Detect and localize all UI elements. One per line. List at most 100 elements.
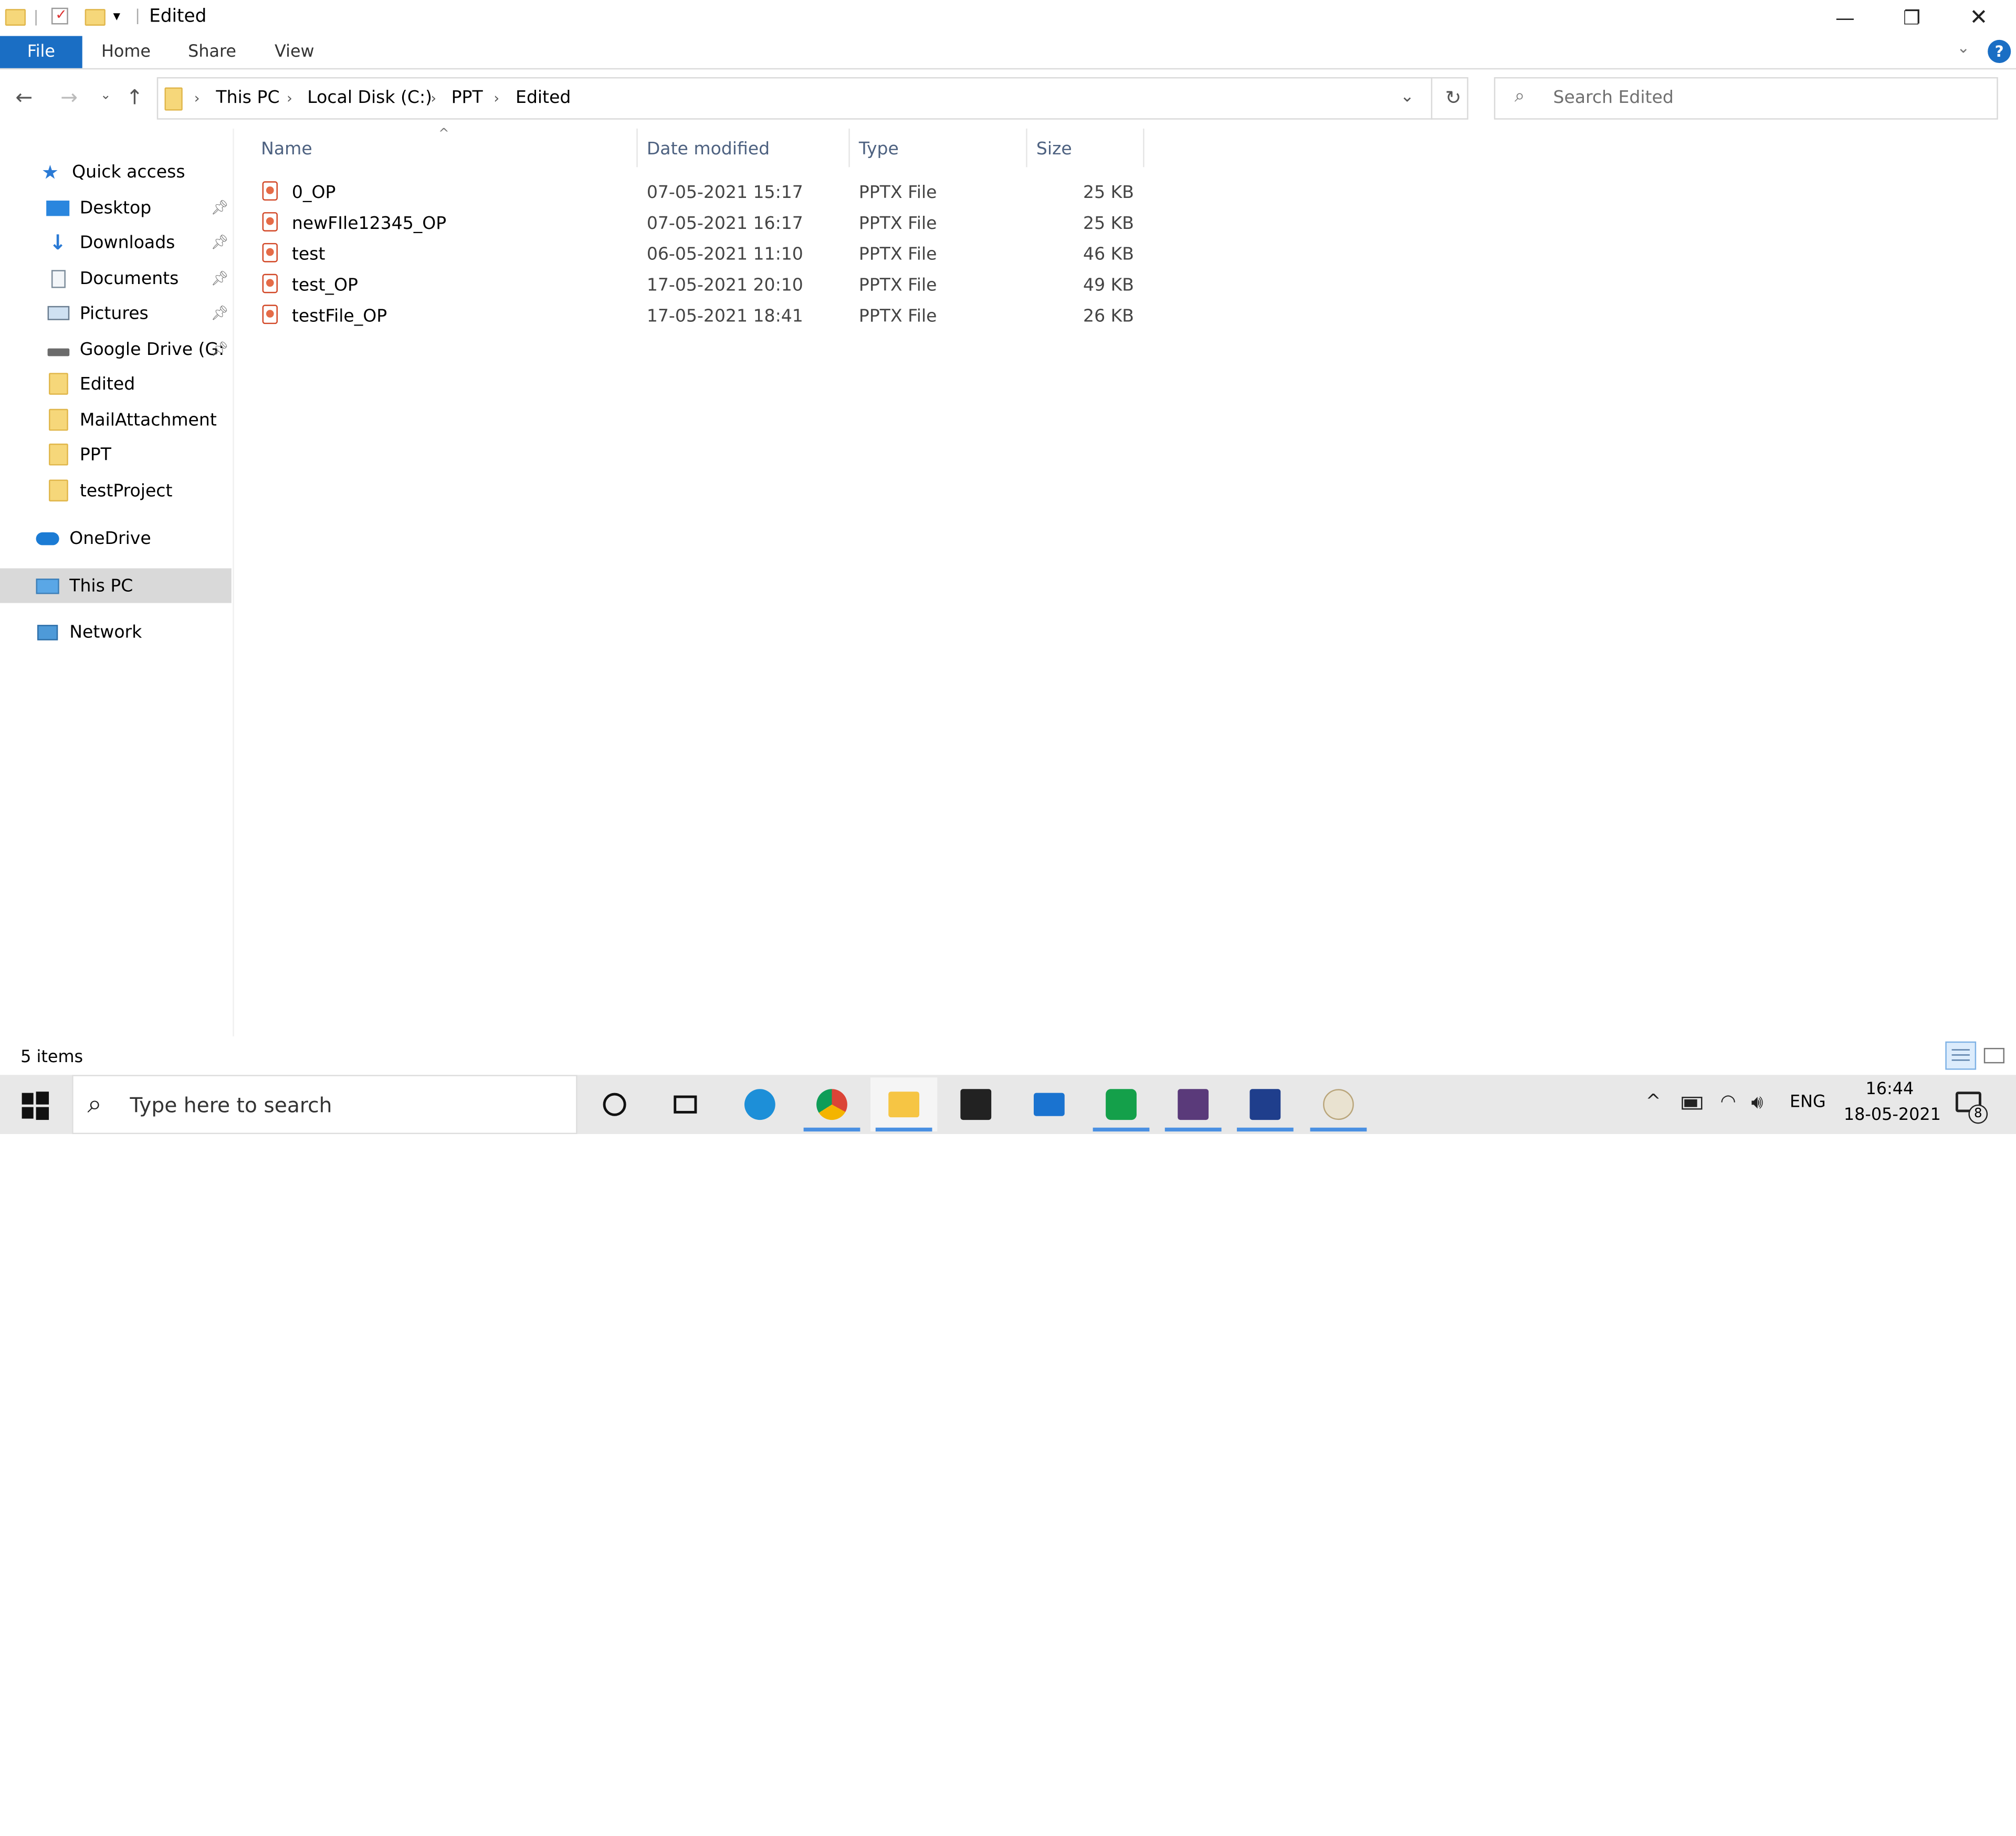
folder-icon (164, 87, 183, 111)
column-header-date[interactable]: Date modified (647, 139, 770, 164)
large-icons-view-icon[interactable] (1983, 1047, 2004, 1064)
nav-onedrive[interactable]: OneDrive (0, 521, 232, 555)
tab-view[interactable]: View (262, 36, 327, 68)
new-folder-icon[interactable] (85, 9, 106, 26)
column-divider[interactable] (1026, 128, 1027, 167)
search-icon: ⌕ (1514, 86, 1525, 107)
breadcrumb-local-disk[interactable]: Local Disk (C:) (307, 88, 432, 108)
show-hidden-icons-icon[interactable]: ^ (1646, 1092, 1661, 1112)
tab-home[interactable]: Home (92, 36, 159, 68)
breadcrumb-edited[interactable]: Edited (516, 88, 571, 108)
word-icon (1250, 1089, 1281, 1120)
clock-date[interactable]: 18-05-2021 (1844, 1106, 1941, 1125)
tab-share[interactable]: Share (177, 36, 247, 68)
divider: | (135, 6, 141, 25)
close-button[interactable]: ✕ (1945, 0, 2012, 36)
edge-icon (744, 1089, 775, 1120)
nav-item-pictures[interactable]: Pictures 📌︎ (0, 296, 232, 330)
taskbar-app-file-explorer[interactable] (870, 1077, 938, 1132)
properties-icon[interactable]: ✓ (51, 6, 68, 25)
pane-divider[interactable] (233, 128, 234, 1036)
nav-item-downloads[interactable]: ↓ Downloads 📌︎ (0, 225, 232, 260)
wifi-icon[interactable]: ◠ (1720, 1092, 1736, 1112)
divider (1431, 77, 1433, 120)
minimize-icon: — (1835, 6, 1855, 30)
breadcrumb-this-pc[interactable]: This PC (216, 88, 279, 108)
nav-item-desktop[interactable]: Desktop 📌︎ (0, 190, 232, 225)
sort-ascending-icon: ^ (438, 127, 449, 142)
taskbar-app-word[interactable] (1232, 1077, 1298, 1132)
expand-ribbon-icon[interactable]: ⌄ (1957, 38, 1970, 56)
divider: | (33, 7, 39, 26)
taskbar-search-input[interactable]: Type here to search (130, 1093, 332, 1118)
file-date: 17-05-2021 20:10 (646, 275, 803, 296)
cortana-button[interactable] (581, 1077, 648, 1131)
paint-icon (1323, 1089, 1354, 1120)
taskbar-app-paint[interactable] (1305, 1077, 1372, 1132)
customize-quick-access-icon[interactable]: ▾ (113, 8, 121, 25)
pin-icon: 📌︎ (211, 234, 229, 251)
nav-quick-access[interactable]: ★ Quick access (0, 154, 232, 189)
details-view-icon[interactable] (1945, 1041, 1977, 1070)
volume-icon[interactable]: 🔊︎ (1751, 1090, 1763, 1114)
nav-item-mailattachment[interactable]: MailAttachment (0, 403, 232, 437)
column-divider[interactable] (636, 128, 638, 167)
file-name: testFile_OP (291, 306, 387, 327)
nav-label: OneDrive (69, 528, 151, 549)
file-name: test_OP (291, 275, 358, 296)
nav-item-ppt[interactable]: PPT (0, 437, 232, 472)
restore-button[interactable]: ❐ (1878, 0, 1945, 36)
file-name: test (291, 244, 326, 265)
taskbar-app-mail[interactable] (1016, 1077, 1083, 1131)
file-row[interactable]: test_OP 17-05-2021 20:10 PPTX File 49 KB (257, 270, 1144, 301)
nav-item-documents[interactable]: Documents 📌︎ (0, 261, 232, 296)
chevron-right-icon: › (494, 90, 500, 107)
nav-this-pc[interactable]: This PC (0, 568, 232, 603)
nav-item-testproject[interactable]: testProject (0, 473, 232, 508)
computer-icon (36, 576, 59, 594)
recent-locations-icon[interactable]: ⌄ (100, 89, 111, 103)
up-icon[interactable]: ↑ (126, 85, 143, 110)
back-icon[interactable]: ← (15, 85, 33, 110)
nav-label: Edited (79, 373, 135, 394)
column-header-size[interactable]: Size (1036, 139, 1072, 164)
file-row[interactable]: 0_OP 07-05-2021 15:17 PPTX File 25 KB (257, 177, 1144, 208)
taskbar-app-game[interactable] (1160, 1077, 1226, 1132)
task-view-button[interactable] (652, 1077, 719, 1131)
clock-time[interactable]: 16:44 (1865, 1080, 1914, 1099)
column-divider[interactable] (1143, 128, 1144, 167)
minimize-button[interactable]: — (1812, 0, 1878, 36)
breadcrumb-ppt[interactable]: PPT (452, 88, 483, 108)
forward-icon[interactable]: → (60, 85, 78, 110)
window-title: Edited (149, 6, 207, 27)
battery-icon[interactable] (1682, 1096, 1703, 1110)
refresh-icon[interactable]: ↻ (1445, 86, 1462, 109)
file-row[interactable]: newFIle12345_OP 07-05-2021 16:17 PPTX Fi… (257, 208, 1144, 239)
taskbar-app-store[interactable] (942, 1077, 1009, 1131)
nav-network[interactable]: Network (0, 615, 232, 649)
notification-badge: 8 (1968, 1104, 1988, 1124)
nav-item-edited[interactable]: Edited (0, 366, 232, 401)
file-type: PPTX File (858, 306, 937, 327)
column-divider[interactable] (848, 128, 850, 167)
nav-item-google-drive[interactable]: Google Drive (G: 📌︎ (0, 332, 232, 366)
help-icon[interactable]: ? (1988, 39, 2011, 64)
star-icon: ★ (41, 160, 59, 183)
windows-start-icon[interactable] (22, 1092, 49, 1120)
column-header-name[interactable]: Name (261, 139, 312, 164)
column-header-type[interactable]: Type (859, 139, 899, 164)
chat-icon (1106, 1089, 1137, 1120)
taskbar-app-chrome[interactable] (799, 1077, 865, 1132)
file-row[interactable]: testFile_OP 17-05-2021 18:41 PPTX File 2… (257, 301, 1144, 332)
game-app-icon (1178, 1089, 1209, 1120)
search-input[interactable]: Search Edited (1553, 88, 1673, 108)
tab-file[interactable]: File (0, 36, 82, 68)
folder-icon (46, 373, 69, 395)
file-row[interactable]: test 06-05-2021 11:10 PPTX File 46 KB (257, 239, 1144, 270)
file-name: newFIle12345_OP (291, 213, 447, 234)
language-indicator[interactable]: ENG (1790, 1093, 1826, 1113)
address-dropdown-icon[interactable]: ⌄ (1400, 88, 1414, 107)
taskbar-app-edge[interactable] (727, 1077, 793, 1131)
running-indicator (1310, 1127, 1367, 1132)
taskbar-app-chat[interactable] (1088, 1077, 1154, 1132)
